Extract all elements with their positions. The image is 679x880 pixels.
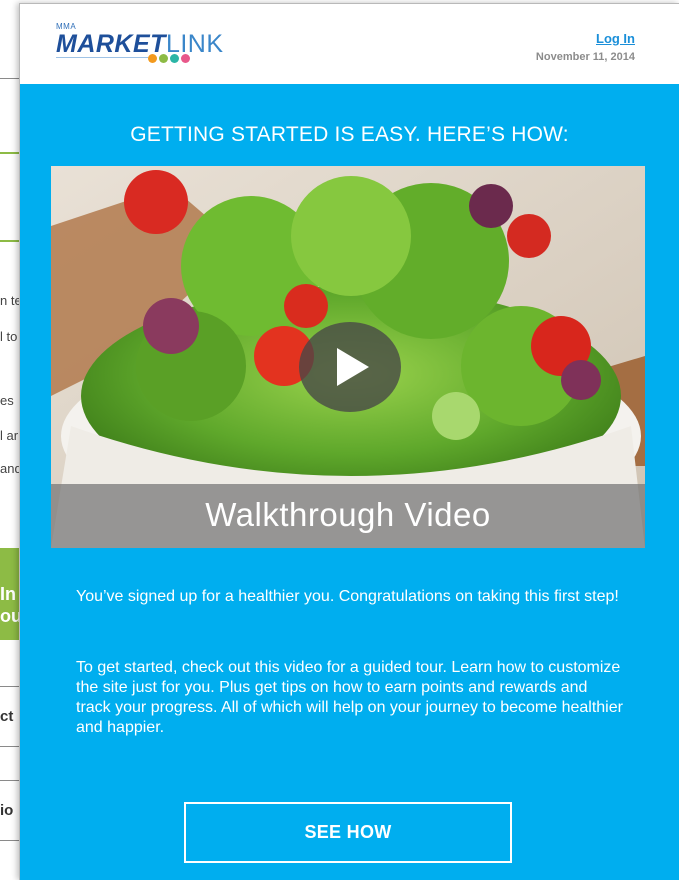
video-caption-bar: Walkthrough Video	[51, 484, 645, 548]
details-paragraph: To get started, check out this video for…	[76, 659, 623, 736]
background-text: l to	[0, 329, 18, 344]
logo-wordmark: MARKETLINK	[56, 32, 224, 57]
email-header: MMA MARKETLINK Log In November 11, 2014	[20, 4, 679, 84]
background-row-label: ct	[0, 708, 14, 725]
headline: GETTING STARTED IS EASY. HERE’S HOW:	[130, 123, 569, 146]
background-banner-text: In	[0, 584, 16, 604]
see-how-button[interactable]: SEE HOW	[184, 802, 512, 863]
background-text: l ar	[0, 428, 19, 443]
login-link[interactable]: Log In	[596, 31, 635, 46]
play-icon[interactable]	[299, 322, 401, 412]
email-date: November 11, 2014	[535, 51, 635, 63]
background-row-label: io	[0, 802, 14, 819]
marketlink-logo[interactable]: MMA MARKETLINK	[56, 23, 224, 63]
green-dot-icon	[159, 54, 168, 63]
content-panel: GETTING STARTED IS EASY. HERE’S HOW: Wal…	[20, 84, 679, 880]
video-title: Walkthrough Video	[205, 496, 491, 533]
pink-dot-icon	[181, 54, 190, 63]
logo-underline	[56, 57, 148, 58]
email-card: MMA MARKETLINK Log In November 11, 2014 …	[19, 3, 679, 880]
orange-dot-icon	[148, 54, 157, 63]
teal-dot-icon	[170, 54, 179, 63]
intro-paragraph: You’ve signed up for a healthier you. Co…	[76, 588, 619, 605]
background-text: es	[0, 393, 14, 408]
logo-dots	[148, 54, 190, 63]
walkthrough-video[interactable]: Walkthrough Video	[51, 166, 645, 548]
